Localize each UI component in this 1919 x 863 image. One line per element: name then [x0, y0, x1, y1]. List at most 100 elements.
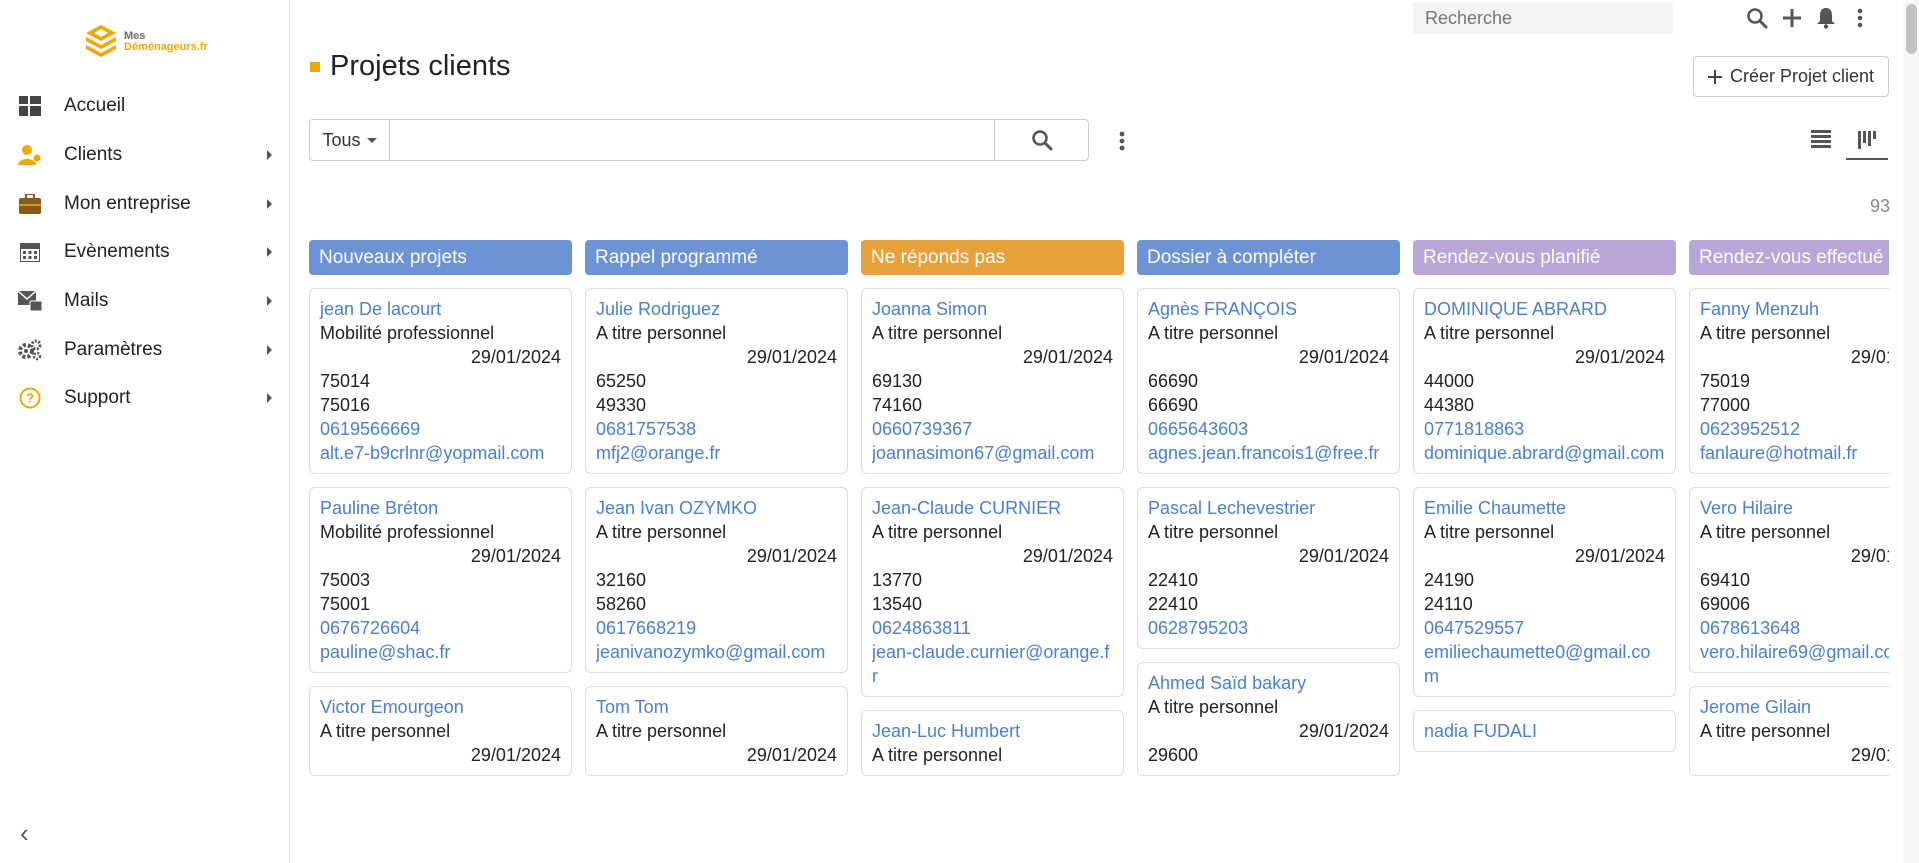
project-card[interactable]: Vero HilaireA titre personnel 29/01/2024 6…: [1689, 487, 1889, 673]
card-client-name[interactable]: DOMINIQUE ABRARD: [1424, 297, 1665, 321]
project-card[interactable]: Agnès FRANÇOIS A titre personnel 29/01/202…: [1137, 288, 1400, 474]
caret-down-icon: [366, 137, 377, 143]
card-phone[interactable]: 0628795203: [1148, 616, 1389, 640]
project-card[interactable]: Victor Emourgeon A titre personnel 29/01/2…: [309, 686, 572, 776]
sidebar-item-parametres[interactable]: Paramètres: [0, 325, 290, 374]
card-zip-to: 24110: [1424, 594, 1473, 614]
bell-icon[interactable]: [1814, 6, 1838, 30]
column-header[interactable]: Rendez-vous planifié: [1413, 240, 1676, 275]
page-scrollbar[interactable]: [1903, 0, 1919, 863]
sidebar-item-support[interactable]: ? Support: [0, 374, 290, 423]
project-card[interactable]: jean De lacourt Mobilité professionnel 29/…: [309, 288, 572, 474]
card-email[interactable]: joannasimon67@gmail.com: [872, 441, 1113, 465]
card-client-name[interactable]: jean De lacourt: [320, 297, 561, 321]
card-client-name[interactable]: nadia FUDALI: [1424, 719, 1665, 743]
filter-select[interactable]: Tous: [310, 120, 390, 160]
filter-search-input[interactable]: [390, 120, 994, 160]
search-icon[interactable]: [1745, 6, 1769, 30]
card-phone[interactable]: 0623952512: [1700, 417, 1889, 441]
card-email[interactable]: mfj2@orange.fr: [596, 441, 837, 465]
column-header[interactable]: Ne réponds pas: [861, 240, 1124, 275]
card-client-name[interactable]: Joanna Simon: [872, 297, 1113, 321]
project-card[interactable]: Julie Rodriguez A titre personnel 29/01/20…: [585, 288, 848, 474]
card-client-name[interactable]: Tom Tom: [596, 695, 837, 719]
sidebar-item-mails[interactable]: Mails: [0, 277, 290, 326]
logo[interactable]: Mes Déménageurs.fr: [84, 20, 224, 64]
kanban-view-icon[interactable]: [1846, 122, 1888, 160]
svg-text:?: ?: [26, 391, 34, 406]
card-email[interactable]: dominique.abrard@gmail.com: [1424, 441, 1665, 465]
card-phone[interactable]: 0647529557: [1424, 616, 1665, 640]
project-card[interactable]: Jean-Claude CURNIER A titre personnel 29/0…: [861, 487, 1124, 697]
card-email[interactable]: emiliechaumette0@gmail.com: [1424, 640, 1665, 688]
column-header[interactable]: Rappel programmé: [585, 240, 848, 275]
project-card[interactable]: Jerome GilainA titre personnel 29/01/2024: [1689, 686, 1889, 776]
add-icon[interactable]: [1780, 6, 1804, 30]
column-header[interactable]: Nouveaux projets: [309, 240, 572, 275]
card-phone[interactable]: 0681757538: [596, 417, 837, 441]
card-client-name[interactable]: Victor Emourgeon: [320, 695, 561, 719]
card-phone[interactable]: 0619566669: [320, 417, 561, 441]
sidebar-item-accueil[interactable]: Accueil: [0, 82, 290, 131]
card-email[interactable]: alt.e7-b9crlnr@yopmail.com: [320, 441, 561, 465]
project-card[interactable]: Pascal Lechevestrier A titre personnel 29/…: [1137, 487, 1400, 649]
column-header[interactable]: Dossier à compléter: [1137, 240, 1400, 275]
card-email[interactable]: jeanivanozymko@gmail.com: [596, 640, 837, 664]
search-icon: [1031, 130, 1052, 151]
card-client-name[interactable]: Pauline Bréton: [320, 496, 561, 520]
sidebar-item-mon-entreprise[interactable]: Mon entreprise: [0, 179, 290, 228]
card-client-name[interactable]: Jean-Claude CURNIER: [872, 496, 1113, 520]
card-phone[interactable]: 0771818863: [1424, 417, 1665, 441]
card-client-name[interactable]: Ahmed Saïd bakary: [1148, 671, 1389, 695]
project-card[interactable]: Jean Ivan OZYMKO A titre personnel 29/01/2…: [585, 487, 848, 673]
sidebar-item-label: Paramètres: [64, 338, 163, 360]
project-card[interactable]: DOMINIQUE ABRARD A titre personnel 29/01/2…: [1413, 288, 1676, 474]
card-client-name[interactable]: Jean Ivan OZYMKO: [596, 496, 837, 520]
card-email[interactable]: agnes.jean.francois1@free.fr: [1148, 441, 1389, 465]
card-email[interactable]: vero.hilaire69@gmail.com: [1700, 640, 1889, 664]
card-client-name[interactable]: Jerome Gilain: [1700, 695, 1889, 719]
card-phone[interactable]: 0676726604: [320, 616, 561, 640]
card-email[interactable]: jean-claude.curnier@orange.fr: [872, 640, 1113, 688]
sidebar-item-clients[interactable]: Clients: [0, 131, 290, 180]
card-client-name[interactable]: Agnès FRANÇOIS: [1148, 297, 1389, 321]
card-email[interactable]: fanlaure@hotmail.fr: [1700, 441, 1889, 465]
kanban-column: Nouveaux projets jean De lacourt Mobilité …: [309, 240, 572, 776]
card-phone[interactable]: 0665643603: [1148, 417, 1389, 441]
card-client-name[interactable]: Fanny Menzuh: [1700, 297, 1889, 321]
card-email[interactable]: pauline@shac.fr: [320, 640, 561, 664]
card-date: 29/01/2024: [746, 546, 837, 566]
card-phone[interactable]: 0660739367: [872, 417, 1113, 441]
project-card[interactable]: Ahmed Saïd bakary A titre personnel 29/01/…: [1137, 662, 1400, 776]
card-client-name[interactable]: Emilie Chaumette: [1424, 496, 1665, 520]
sidebar-item-evenements[interactable]: Evènements: [0, 228, 290, 277]
project-card[interactable]: Jean-Luc Humbert A titre personnel: [861, 710, 1124, 776]
more-options-icon[interactable]: [1110, 128, 1134, 154]
project-card[interactable]: Pauline Bréton Mobilité professionnel 29/0…: [309, 487, 572, 673]
card-project-type: A titre personnel: [872, 522, 1003, 542]
card-client-name[interactable]: Vero Hilaire: [1700, 496, 1889, 520]
gears-icon: [18, 338, 42, 362]
card-client-name[interactable]: Jean-Luc Humbert: [872, 719, 1113, 743]
card-project-type: A titre personnel: [872, 745, 1003, 765]
card-phone[interactable]: 0624863811: [872, 616, 1113, 640]
card-client-name[interactable]: Julie Rodriguez: [596, 297, 837, 321]
card-zip-from: 29600: [1148, 745, 1199, 765]
project-card[interactable]: Tom Tom A titre personnel 29/01/2024: [585, 686, 848, 776]
chevron-right-icon: [267, 393, 272, 404]
filter-search-button[interactable]: [994, 120, 1088, 160]
more-vertical-icon[interactable]: [1848, 6, 1872, 30]
card-phone[interactable]: 0617668219: [596, 616, 837, 640]
project-card[interactable]: Joanna Simon A titre personnel 29/01/2024 6…: [861, 288, 1124, 474]
card-phone[interactable]: 0678613648: [1700, 616, 1889, 640]
card-client-name[interactable]: Pascal Lechevestrier: [1148, 496, 1389, 520]
global-search-input[interactable]: [1413, 2, 1673, 34]
collapse-sidebar-icon[interactable]: ‹: [20, 818, 29, 849]
scrollbar-thumb[interactable]: [1906, 4, 1917, 54]
create-project-button[interactable]: Créer Projet client: [1693, 56, 1889, 97]
project-card[interactable]: Emilie Chaumette A titre personnel 29/01/2…: [1413, 487, 1676, 697]
project-card[interactable]: Fanny MenzuhA titre personnel 29/01/2024 7…: [1689, 288, 1889, 474]
column-header[interactable]: Rendez-vous effectué: [1689, 240, 1889, 275]
project-card[interactable]: nadia FUDALI: [1413, 710, 1676, 752]
list-view-icon[interactable]: [1808, 126, 1834, 152]
